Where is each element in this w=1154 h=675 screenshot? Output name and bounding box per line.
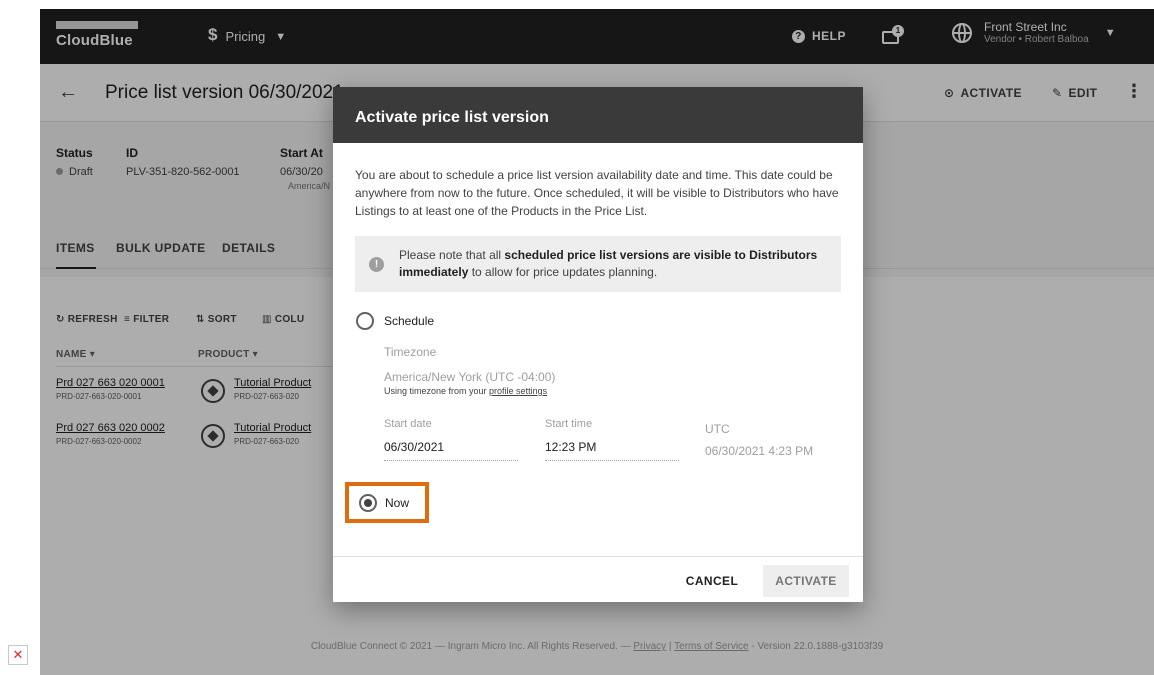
dialog-description: You are about to schedule a price list v… <box>355 168 839 218</box>
broken-image-icon: ✕ <box>8 645 28 665</box>
profile-settings-link[interactable]: profile settings <box>489 386 547 396</box>
info-icon: ! <box>369 257 384 272</box>
schedule-label[interactable]: Schedule <box>384 314 434 328</box>
timezone-hint-text: Using timezone from your <box>384 386 490 396</box>
note-prefix: Please note that all <box>399 248 505 262</box>
utc-value: 06/30/2021 4:23 PM <box>705 444 814 458</box>
timezone-label: Timezone <box>384 345 437 359</box>
cancel-button[interactable]: CANCEL <box>677 565 747 597</box>
start-time-field[interactable]: 12:23 PM <box>545 440 679 461</box>
app-window: CloudBlue $ Pricing ▼ ? HELP 1 Front Str… <box>40 9 1154 675</box>
schedule-radio[interactable] <box>356 312 374 330</box>
info-note: ! Please note that all scheduled price l… <box>355 236 841 292</box>
activate-dialog: Activate price list version You are abou… <box>333 87 863 602</box>
activate-button[interactable]: ACTIVATE <box>763 565 849 597</box>
timezone-value: America/New York (UTC -04:00) <box>384 370 556 384</box>
utc-label: UTC <box>705 422 730 436</box>
start-date-label: Start date <box>384 418 432 430</box>
note-text: Please note that all scheduled price lis… <box>399 247 829 281</box>
timezone-hint: Using timezone from your profile setting… <box>384 386 547 396</box>
dialog-title: Activate price list version <box>333 87 863 143</box>
start-date-field[interactable]: 06/30/2021 <box>384 440 518 461</box>
dialog-actions-divider <box>333 556 863 557</box>
now-radio[interactable] <box>359 494 377 512</box>
now-label[interactable]: Now <box>385 496 409 510</box>
start-time-label: Start time <box>545 418 593 430</box>
note-suffix: to allow for price updates planning. <box>468 265 658 279</box>
